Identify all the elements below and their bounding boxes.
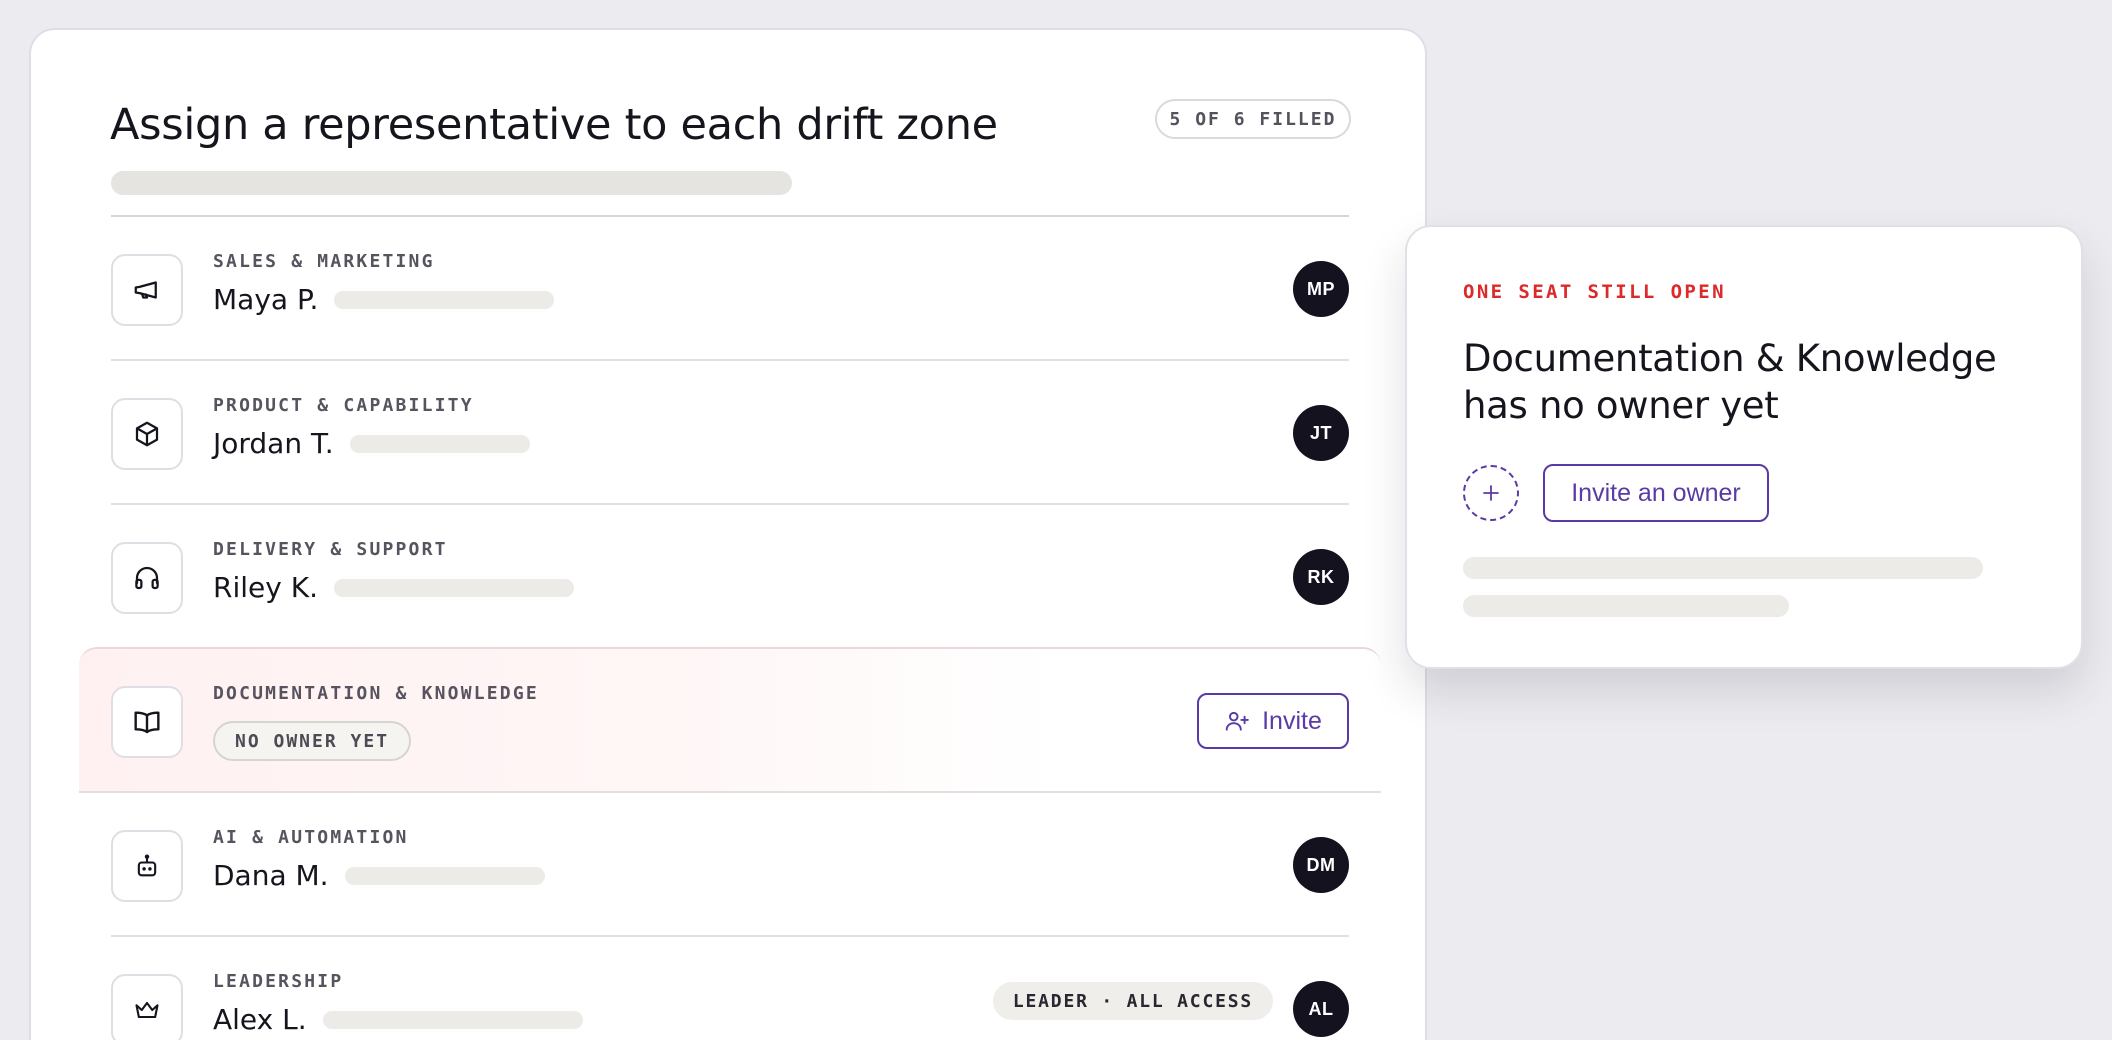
avatar[interactable]: MP bbox=[1293, 261, 1349, 317]
name-placeholder-bar bbox=[344, 866, 545, 885]
title-placeholder-bar bbox=[111, 171, 792, 195]
owner-name: Jordan T. bbox=[213, 427, 334, 460]
avatar[interactable]: JT bbox=[1293, 405, 1349, 461]
invite-owner-button[interactable]: Invite an owner bbox=[1543, 464, 1769, 522]
zone-row-delivery-support: DELIVERY & SUPPORT Riley K. RK bbox=[111, 505, 1349, 649]
avatar[interactable]: DM bbox=[1293, 837, 1349, 893]
text-placeholder-bar bbox=[1463, 595, 1789, 617]
zone-label: AI & AUTOMATION bbox=[213, 827, 409, 848]
owner-name-row: Riley K. bbox=[213, 571, 574, 604]
add-owner-button[interactable] bbox=[1463, 465, 1519, 521]
crown-icon bbox=[111, 974, 183, 1040]
open-seat-title: Documentation & Knowledge has no owner y… bbox=[1463, 337, 1997, 427]
owner-name: Dana M. bbox=[213, 859, 329, 892]
owner-name-row: Alex L. bbox=[213, 1003, 583, 1036]
plus-icon bbox=[1483, 485, 1499, 501]
open-seat-kicker: ONE SEAT STILL OPEN bbox=[1463, 281, 1726, 303]
zone-row-sales-marketing: SALES & MARKETING Maya P. MP bbox=[111, 217, 1349, 361]
avatar[interactable]: AL bbox=[1293, 981, 1349, 1037]
owner-name: Maya P. bbox=[213, 283, 319, 316]
zone-label: DELIVERY & SUPPORT bbox=[213, 539, 448, 560]
owner-name: Alex L. bbox=[213, 1003, 307, 1036]
megaphone-icon bbox=[111, 254, 183, 326]
owner-name-row: Maya P. bbox=[213, 283, 555, 316]
robot-icon bbox=[111, 830, 183, 902]
zone-row-product-capability: PRODUCT & CAPABILITY Jordan T. JT bbox=[111, 361, 1349, 505]
zone-label: PRODUCT & CAPABILITY bbox=[213, 395, 474, 416]
filled-status-badge: 5 OF 6 FILLED bbox=[1155, 99, 1351, 139]
owner-name-row: Dana M. bbox=[213, 859, 545, 892]
zone-label: DOCUMENTATION & KNOWLEDGE bbox=[213, 683, 539, 704]
book-icon bbox=[111, 686, 183, 758]
name-placeholder-bar bbox=[334, 290, 555, 309]
user-plus-icon bbox=[1225, 711, 1249, 731]
invite-button[interactable]: Invite bbox=[1197, 693, 1349, 749]
leader-access-badge: LEADER · ALL ACCESS bbox=[992, 982, 1273, 1020]
invite-label: Invite bbox=[1262, 706, 1322, 735]
page-title: Assign a representative to each drift zo… bbox=[110, 100, 998, 150]
avatar[interactable]: RK bbox=[1293, 549, 1349, 605]
text-placeholder-bar bbox=[1463, 557, 1983, 579]
zone-label: SALES & MARKETING bbox=[213, 251, 435, 272]
owner-name-row: Jordan T. bbox=[213, 427, 530, 460]
zone-label: LEADERSHIP bbox=[213, 971, 344, 992]
name-placeholder-bar bbox=[349, 434, 530, 453]
name-placeholder-bar bbox=[333, 578, 574, 597]
no-owner-badge: NO OWNER YET bbox=[213, 721, 412, 761]
owner-name: Riley K. bbox=[213, 571, 318, 604]
zone-row-leadership: LEADERSHIP Alex L. LEADER · ALL ACCESS A… bbox=[111, 937, 1349, 1040]
open-seat-panel: ONE SEAT STILL OPEN Documentation & Know… bbox=[1405, 225, 2083, 669]
name-placeholder-bar bbox=[322, 1010, 583, 1029]
zone-row-documentation-knowledge: DOCUMENTATION & KNOWLEDGE NO OWNER YET I… bbox=[79, 647, 1381, 793]
zone-row-ai-automation: AI & AUTOMATION Dana M. DM bbox=[111, 793, 1349, 937]
headphones-icon bbox=[111, 542, 183, 614]
cube-icon bbox=[111, 398, 183, 470]
zone-assignment-card: Assign a representative to each drift zo… bbox=[29, 28, 1427, 1040]
